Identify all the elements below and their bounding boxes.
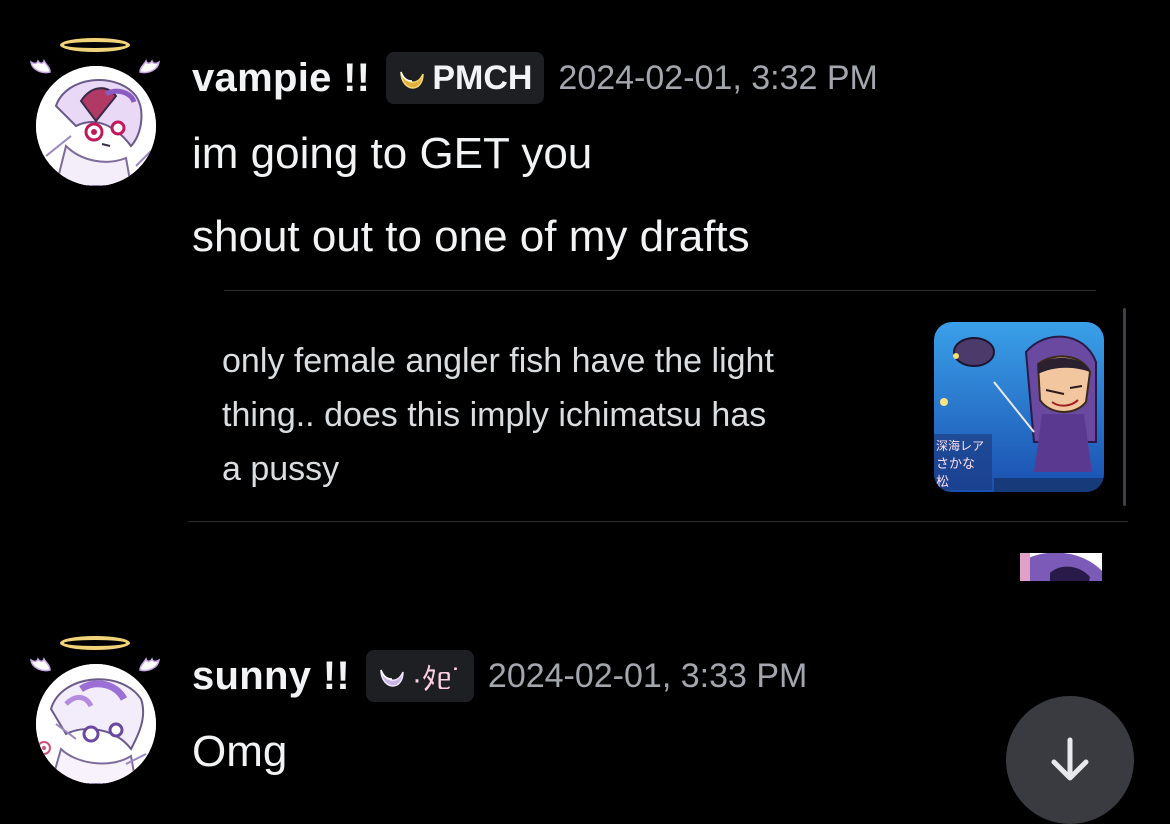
- embed-divider: [224, 290, 1096, 291]
- avatar-image: [36, 66, 156, 186]
- embed-text-line: only female angler fish have the light: [222, 342, 774, 380]
- message-text-line: shout out to one of my drafts: [192, 212, 750, 261]
- wing-right-icon: [139, 59, 160, 74]
- message-header: vampie !! PMCH 2024-02-01, 3:32 PM: [192, 52, 878, 104]
- reply-embed[interactable]: only female angler fish have the light t…: [188, 290, 1132, 522]
- moon-icon: [380, 669, 404, 687]
- embed-thumbnail[interactable]: 深海レア さかな 松: [934, 322, 1104, 492]
- message-text-line: im going to GET you: [192, 129, 593, 178]
- avatar-sunny[interactable]: [26, 636, 166, 786]
- thumb-text: 松: [936, 475, 949, 490]
- avatar-vampie[interactable]: [26, 38, 166, 188]
- timestamp[interactable]: 2024-02-01, 3:32 PM: [558, 59, 877, 98]
- server-tag[interactable]: PMCH: [386, 52, 545, 104]
- halo-icon: [60, 38, 130, 52]
- username[interactable]: vampie !!: [192, 56, 370, 101]
- halo-icon: [60, 636, 130, 650]
- wing-left-icon: [30, 657, 51, 672]
- embed-side-bar: [1123, 308, 1126, 506]
- server-tag-label: ·ﾀᥱ˙: [411, 663, 462, 696]
- moon-icon: [400, 71, 425, 89]
- embed-text-line: thing.. does this imply ichimatsu has: [222, 396, 767, 434]
- scroll-to-bottom-button[interactable]: [1006, 696, 1134, 824]
- server-tag-label: PMCH: [432, 58, 533, 97]
- thumb-text: 深海レア: [936, 438, 984, 453]
- embed-divider: [188, 521, 1128, 522]
- message-sunny: sunny !! ·ﾀᥱ˙ 2024-02-01, 3:33 PM Omg: [0, 600, 1170, 824]
- sticker-preview[interactable]: [1020, 553, 1102, 581]
- avatar-image: [36, 664, 156, 784]
- embed-description: only female angler fish have the light t…: [222, 334, 902, 496]
- message-text-line: Omg: [192, 727, 288, 776]
- wing-right-icon: [139, 657, 160, 672]
- embed-text-line: a pussy: [222, 450, 340, 488]
- wing-left-icon: [30, 59, 51, 74]
- timestamp[interactable]: 2024-02-01, 3:33 PM: [488, 657, 807, 696]
- username[interactable]: sunny !!: [192, 654, 350, 699]
- message-header: sunny !! ·ﾀᥱ˙ 2024-02-01, 3:33 PM: [192, 650, 807, 702]
- message-vampie: vampie !! PMCH 2024-02-01, 3:32 PM im go…: [0, 0, 1170, 590]
- server-tag[interactable]: ·ﾀᥱ˙: [365, 650, 474, 702]
- arrow-down-icon: [1051, 737, 1089, 781]
- thumb-text: さかな: [936, 457, 975, 472]
